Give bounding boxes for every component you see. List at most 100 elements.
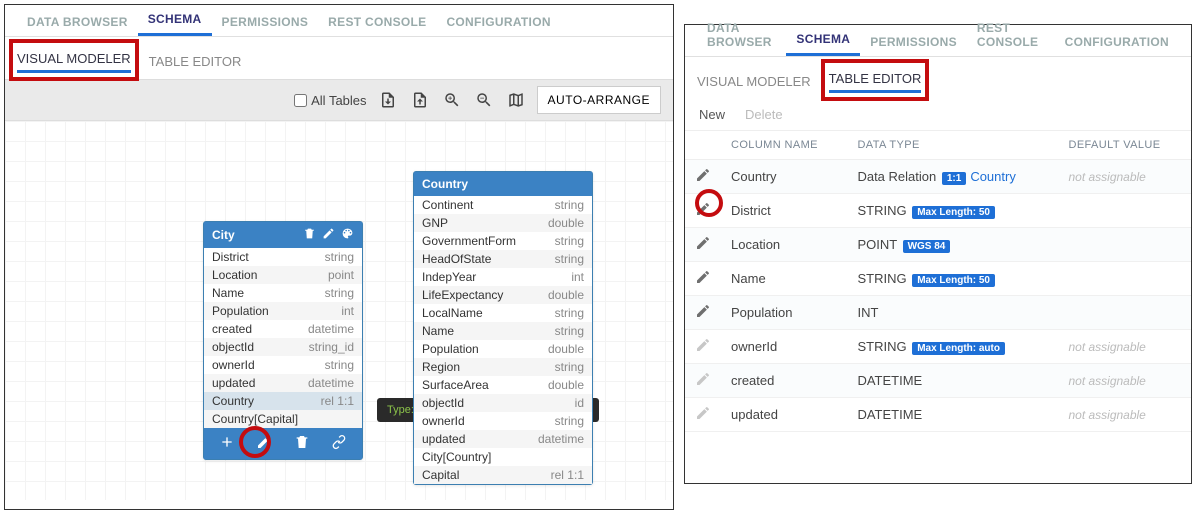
trash-icon[interactable] <box>303 227 316 243</box>
zoom-in-icon[interactable] <box>441 89 463 111</box>
relation-link[interactable]: Country <box>970 169 1016 184</box>
entity-column-row[interactable]: SurfaceAreadouble <box>414 376 592 394</box>
schema-canvas[interactable]: City DistrictstringLocationpointNamestri… <box>5 121 673 500</box>
entity-card-head[interactable]: City <box>204 222 362 248</box>
sub-tab-table-editor[interactable]: TABLE EDITOR <box>149 50 242 73</box>
main-tab-configuration[interactable]: CONFIGURATION <box>1055 28 1179 56</box>
main-tab-rest-console[interactable]: REST CONSOLE <box>967 14 1055 56</box>
main-tab-permissions[interactable]: PERMISSIONS <box>212 8 319 36</box>
entity-column-row[interactable]: Capitalrel 1:1 <box>414 466 592 484</box>
edit-icon <box>695 405 711 421</box>
entity-column-row[interactable]: IndepYearint <box>414 268 592 286</box>
main-tab-configuration[interactable]: CONFIGURATION <box>436 8 560 36</box>
main-tab-schema[interactable]: SCHEMA <box>138 5 212 36</box>
main-tab-data-browser[interactable]: DATA BROWSER <box>17 8 138 36</box>
col-name: City[Country] <box>422 450 491 464</box>
main-tab-permissions[interactable]: PERMISSIONS <box>860 28 967 56</box>
edit-icon[interactable] <box>695 303 711 319</box>
entity-column-row[interactable]: ownerIdstring <box>414 412 592 430</box>
entity-footer <box>204 428 362 459</box>
table-row[interactable]: ownerIdSTRING Max Length: autonot assign… <box>685 330 1191 364</box>
table-row[interactable]: NameSTRING Max Length: 50 <box>685 262 1191 296</box>
entity-column-row[interactable]: Locationpoint <box>204 266 362 284</box>
default-value-cell <box>1058 262 1191 296</box>
sub-tab-visual-modeler[interactable]: VISUAL MODELER <box>697 70 811 93</box>
default-value-cell <box>1058 228 1191 262</box>
column-name-cell: Country <box>721 160 847 194</box>
edit-icon[interactable] <box>695 235 711 251</box>
entity-column-row[interactable]: City[Country] <box>414 448 592 466</box>
main-tab-data-browser[interactable]: DATA BROWSER <box>697 14 786 56</box>
entity-column-row[interactable]: Country[Capital] <box>204 410 362 428</box>
col-type: string <box>555 198 584 212</box>
data-type-cell: INT <box>847 296 1058 330</box>
sub-tab-table-editor[interactable]: TABLE EDITOR <box>829 67 922 93</box>
col-type: int <box>571 270 584 284</box>
entity-column-row[interactable]: createddatetime <box>204 320 362 338</box>
entity-column-row[interactable]: Districtstring <box>204 248 362 266</box>
entity-column-row[interactable]: Populationint <box>204 302 362 320</box>
col-name: Capital <box>422 468 459 482</box>
export-icon[interactable] <box>377 89 399 111</box>
entity-column-row[interactable]: ownerIdstring <box>204 356 362 374</box>
map-icon[interactable] <box>505 89 527 111</box>
edit-icon[interactable] <box>695 167 711 183</box>
link-icon[interactable] <box>331 434 347 453</box>
entity-column-row[interactable]: Regionstring <box>414 358 592 376</box>
entity-column-row[interactable]: HeadOfStatestring <box>414 250 592 268</box>
plus-icon[interactable] <box>219 434 235 453</box>
entity-column-row[interactable]: Namestring <box>204 284 362 302</box>
col-name: objectId <box>212 340 254 354</box>
all-tables-input[interactable] <box>294 94 307 107</box>
col-name: LocalName <box>422 306 483 320</box>
col-name: Name <box>422 324 454 338</box>
new-button[interactable]: New <box>699 107 725 122</box>
delete-button[interactable]: Delete <box>745 107 783 122</box>
main-tab-schema[interactable]: SCHEMA <box>786 25 860 56</box>
entity-column-row[interactable]: GovernmentFormstring <box>414 232 592 250</box>
col-name: GNP <box>422 216 448 230</box>
data-type-cell: STRING Max Length: 50 <box>847 262 1058 296</box>
data-type-cell: POINT WGS 84 <box>847 228 1058 262</box>
header-default-value: DEFAULT VALUE <box>1058 131 1191 160</box>
auto-arrange-button[interactable]: AUTO-ARRANGE <box>537 86 661 114</box>
col-type: string <box>555 252 584 266</box>
type-badge: 1:1 <box>942 172 966 185</box>
entity-column-row[interactable]: LocalNamestring <box>414 304 592 322</box>
entity-column-row[interactable]: updateddatetime <box>414 430 592 448</box>
column-name-cell: Population <box>721 296 847 330</box>
edit-icon[interactable] <box>695 201 711 217</box>
palette-icon[interactable] <box>341 227 354 243</box>
table-row[interactable]: DistrictSTRING Max Length: 50 <box>685 194 1191 228</box>
trash-icon[interactable] <box>294 434 310 453</box>
data-type-cell: DATETIME <box>847 398 1058 432</box>
entity-column-row[interactable]: objectIdid <box>414 394 592 412</box>
edit-icon[interactable] <box>695 269 711 285</box>
table-row[interactable]: updatedDATETIMEnot assignable <box>685 398 1191 432</box>
table-row[interactable]: createdDATETIMEnot assignable <box>685 364 1191 398</box>
table-row[interactable]: LocationPOINT WGS 84 <box>685 228 1191 262</box>
entity-card-head[interactable]: Country <box>414 172 592 196</box>
edit-icon[interactable] <box>322 227 335 243</box>
entity-column-row[interactable]: Populationdouble <box>414 340 592 358</box>
edit-icon[interactable] <box>256 434 272 453</box>
entity-column-row[interactable]: objectIdstring_id <box>204 338 362 356</box>
main-tabs: DATA BROWSERSCHEMAPERMISSIONSREST CONSOL… <box>5 5 673 37</box>
entity-card-country[interactable]: Country ContinentstringGNPdoubleGovernme… <box>413 171 593 485</box>
entity-column-row[interactable]: Namestring <box>414 322 592 340</box>
entity-column-row[interactable]: Countryrel 1:1 <box>204 392 362 410</box>
toggle-icon[interactable] <box>409 89 431 111</box>
column-name-cell: Name <box>721 262 847 296</box>
entity-column-row[interactable]: LifeExpectancydouble <box>414 286 592 304</box>
all-tables-checkbox[interactable]: All Tables <box>294 93 366 108</box>
column-name-cell: created <box>721 364 847 398</box>
entity-column-row[interactable]: updateddatetime <box>204 374 362 392</box>
entity-column-row[interactable]: GNPdouble <box>414 214 592 232</box>
table-row[interactable]: CountryData Relation 1:1Countrynot assig… <box>685 160 1191 194</box>
table-row[interactable]: PopulationINT <box>685 296 1191 330</box>
entity-column-row[interactable]: Continentstring <box>414 196 592 214</box>
zoom-out-icon[interactable] <box>473 89 495 111</box>
main-tab-rest-console[interactable]: REST CONSOLE <box>318 8 436 36</box>
entity-card-city[interactable]: City DistrictstringLocationpointNamestri… <box>203 221 363 460</box>
sub-tab-visual-modeler[interactable]: VISUAL MODELER <box>17 47 131 73</box>
